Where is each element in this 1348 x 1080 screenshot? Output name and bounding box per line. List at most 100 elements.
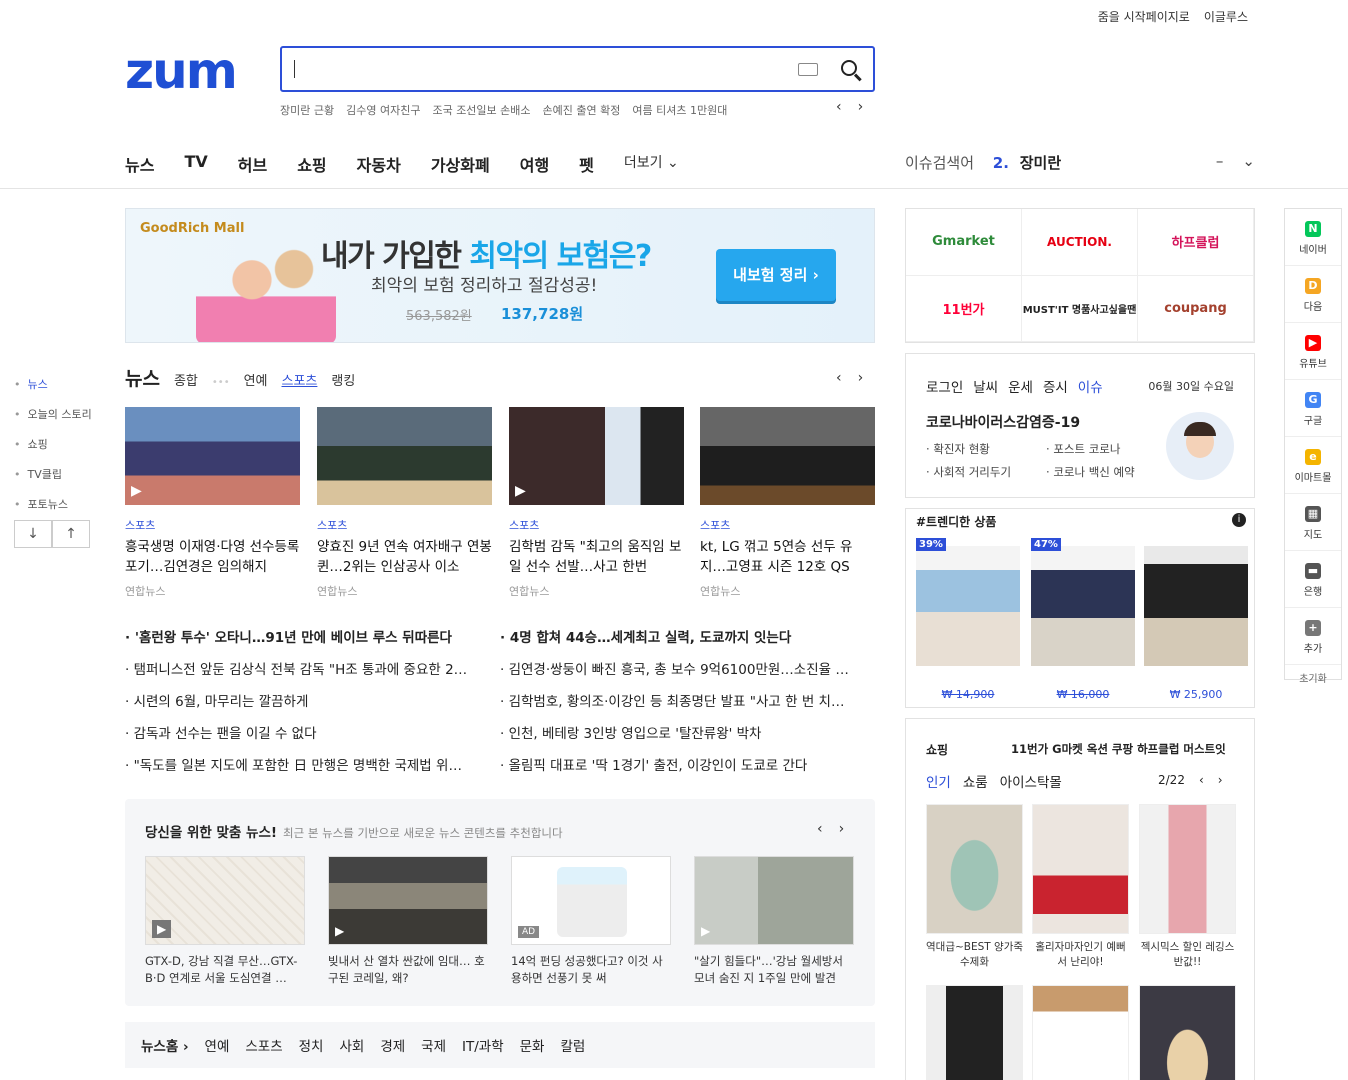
- tab-weather[interactable]: 날씨: [973, 376, 998, 396]
- product-image[interactable]: [1032, 804, 1129, 934]
- covid-link[interactable]: 확진자 현황: [926, 438, 1046, 461]
- reco-title[interactable]: "살기 힘들다"…'강남 월세방서 모녀 숨진 지 1주일 만에 발견: [694, 953, 854, 987]
- quicknav-shopping[interactable]: 쇼핑: [14, 430, 92, 460]
- tab-login[interactable]: 로그인: [926, 376, 963, 396]
- news-section-link[interactable]: 경제: [380, 1035, 405, 1055]
- reco-card[interactable]: AD 14억 펀딩 성공했다고? 이것 사용하면 선풍기 못 써: [511, 856, 671, 987]
- halfclub-link[interactable]: 하프클럽: [1138, 209, 1254, 276]
- tab-issue[interactable]: 이슈: [1078, 376, 1103, 396]
- product-image[interactable]: [1139, 804, 1236, 934]
- product-caption[interactable]: 홀리자마자인기 예뻐서 난리야!: [1032, 940, 1129, 970]
- list-item[interactable]: · '홈런왕 투수' 오타니…91년 만에 베이브 루스 뒤따른다: [125, 622, 490, 654]
- search-input[interactable]: [280, 46, 875, 92]
- covid-link[interactable]: 사회적 거리두기: [926, 461, 1046, 484]
- nav-news[interactable]: 뉴스: [125, 152, 154, 176]
- product-image[interactable]: [1144, 546, 1248, 666]
- covid-topic[interactable]: 코로나바이러스감염증-19: [926, 412, 1080, 432]
- search-icon[interactable]: [841, 60, 857, 76]
- list-item[interactable]: · 감독과 선수는 팬을 이길 수 없다: [125, 718, 490, 750]
- news-thumbnail[interactable]: ▶: [125, 407, 300, 505]
- news-category[interactable]: 스포츠: [509, 517, 684, 533]
- rail-reset-button[interactable]: 초기화: [1285, 665, 1341, 689]
- news-title[interactable]: 뉴스: [125, 364, 160, 391]
- list-item[interactable]: · 김연경·쌍둥이 빠진 흥국, 총 보수 9억6100만원…소진율 …: [500, 654, 865, 686]
- list-item[interactable]: · 탬퍼니스전 앞둔 김상식 전북 감독 "H조 통과에 중요한 2…: [125, 654, 490, 686]
- rail-item-0[interactable]: N 네이버: [1285, 209, 1341, 266]
- reco-title[interactable]: 빚내서 산 열차 싼값에 임대… 호구된 코레일, 왜?: [328, 953, 488, 987]
- tab-entertainment[interactable]: 연예: [244, 370, 268, 389]
- news-category[interactable]: 스포츠: [700, 517, 875, 533]
- tab-fortune[interactable]: 운세: [1008, 376, 1033, 396]
- reco-thumbnail[interactable]: AD: [511, 856, 671, 945]
- product-image[interactable]: [1032, 985, 1129, 1080]
- arrow-up-icon[interactable]: ↑: [52, 520, 90, 548]
- news-section-link[interactable]: 스포츠: [245, 1035, 282, 1055]
- chevron-left-icon[interactable]: ‹: [836, 99, 842, 115]
- chevron-right-icon[interactable]: ›: [858, 99, 864, 115]
- news-section-link[interactable]: 문화: [520, 1035, 545, 1055]
- zum-logo[interactable]: zum: [125, 46, 238, 96]
- news-category[interactable]: 스포츠: [125, 517, 300, 533]
- chevron-right-icon[interactable]: ›: [858, 370, 864, 386]
- news-thumbnail[interactable]: ▶: [509, 407, 684, 505]
- shopping-item[interactable]: [1032, 985, 1129, 1080]
- news-card[interactable]: 스포츠 양효진 9년 연속 여자배구 연봉퀸…2위는 인삼공사 이소 연합뉴스: [317, 407, 492, 599]
- reco-card[interactable]: ▶ GTX-D, 강남 직결 무산…GTX-B·D 연계로 서울 도심연결 …: [145, 856, 305, 987]
- quicknav-news[interactable]: 뉴스: [14, 370, 92, 400]
- shopping-item[interactable]: 홀리자마자인기 예뻐서 난리야!: [1032, 804, 1129, 970]
- chevron-right-icon[interactable]: ›: [839, 821, 845, 837]
- list-item[interactable]: · 시련의 6월, 마무리는 깔끔하게: [125, 686, 490, 718]
- reco-title[interactable]: GTX-D, 강남 직결 무산…GTX-B·D 연계로 서울 도심연결 …: [145, 953, 305, 987]
- quicknav-tvclip[interactable]: TV클립: [14, 460, 92, 490]
- tab-icestock[interactable]: 아이스탁몰: [1000, 771, 1062, 791]
- shopping-item[interactable]: 젝시믹스 할인 레깅스 반값!!: [1139, 804, 1236, 970]
- news-home-link[interactable]: 뉴스홈 ›: [141, 1035, 189, 1055]
- keyword-link[interactable]: 장미란 근황: [280, 102, 334, 118]
- product-image[interactable]: 47%: [1031, 538, 1135, 666]
- reco-thumbnail[interactable]: ▶: [145, 856, 305, 945]
- reco-thumbnail[interactable]: ▶: [328, 856, 488, 945]
- chevron-left-icon[interactable]: ‹: [1199, 773, 1204, 787]
- reco-card[interactable]: ▶ 빚내서 산 열차 싼값에 임대… 호구된 코레일, 왜?: [328, 856, 488, 987]
- issue-keyword[interactable]: 장미란: [1020, 154, 1061, 172]
- 11st-link[interactable]: 11번가: [906, 275, 1022, 342]
- product-image[interactable]: [926, 804, 1023, 934]
- shopping-marquee[interactable]: 11번가 G마켓 옥션 쿠팡 하프클럽 머스트잇: [1011, 741, 1226, 757]
- gmarket-link[interactable]: Gmarket: [906, 209, 1022, 276]
- covid-link[interactable]: 포스트 코로나: [1046, 438, 1166, 461]
- shopping-item[interactable]: [1139, 985, 1236, 1080]
- news-thumbnail[interactable]: [317, 407, 492, 505]
- nav-tv[interactable]: TV: [184, 152, 207, 176]
- chevron-left-icon[interactable]: ‹: [836, 370, 842, 386]
- rail-item-7[interactable]: + 추가: [1285, 608, 1341, 665]
- tab-stock[interactable]: 증시: [1043, 376, 1068, 396]
- reco-thumbnail[interactable]: ▶: [694, 856, 854, 945]
- news-card[interactable]: ▶ 스포츠 흥국생명 이재영·다영 선수등록 포기…김연경은 임의해지 연합뉴스: [125, 407, 300, 599]
- rail-item-4[interactable]: e 이마트몰: [1285, 437, 1341, 494]
- nav-hub[interactable]: 허브: [238, 152, 267, 176]
- rail-item-2[interactable]: ▶ 유튜브: [1285, 323, 1341, 380]
- news-section-link[interactable]: 칼럼: [560, 1035, 585, 1055]
- info-icon[interactable]: i: [1232, 513, 1246, 527]
- news-card[interactable]: 스포츠 kt, LG 꺾고 5연승 선두 유지…고영표 시즌 12호 QS 연합…: [700, 407, 875, 599]
- list-item[interactable]: · 인천, 베테랑 3인방 영입으로 '탈잔류왕' 박차: [500, 718, 865, 750]
- list-item[interactable]: · 김학범호, 황의조·이강인 등 최종명단 발표 "사고 한 번 치…: [500, 686, 865, 718]
- news-headline[interactable]: 양효진 9년 연속 여자배구 연봉퀸…2위는 인삼공사 이소: [317, 537, 492, 577]
- keyword-link[interactable]: 손예진 출연 확정: [543, 102, 621, 118]
- tab-sports[interactable]: 스포츠: [282, 370, 318, 389]
- news-section-link[interactable]: 연예: [205, 1035, 230, 1055]
- chevron-right-icon[interactable]: ›: [1218, 773, 1223, 787]
- egloos-link[interactable]: 이글루스: [1204, 8, 1248, 25]
- nav-more-button[interactable]: 더보기 ⌄: [624, 152, 679, 176]
- news-section-link[interactable]: 정치: [299, 1035, 324, 1055]
- news-section-link[interactable]: 사회: [339, 1035, 364, 1055]
- rail-item-3[interactable]: G 구글: [1285, 380, 1341, 437]
- ad-banner[interactable]: GoodRich Mall 내가 가입한 최악의 보험은? 최악의 보험 정리하…: [125, 208, 875, 343]
- list-item[interactable]: · "독도를 일본 지도에 포함한 日 만행은 명백한 국제법 위…: [125, 750, 490, 782]
- list-item[interactable]: · 올림픽 대표로 '딱 1경기' 출전, 이강인이 도쿄로 간다: [500, 750, 865, 782]
- product-image[interactable]: 39%: [916, 538, 1020, 666]
- news-headline[interactable]: 김학범 감독 "최고의 움직임 보일 선수 선발…사고 한번: [509, 537, 684, 577]
- news-category[interactable]: 스포츠: [317, 517, 492, 533]
- nav-car[interactable]: 자동차: [357, 152, 401, 176]
- arrow-down-icon[interactable]: ↓: [14, 520, 52, 548]
